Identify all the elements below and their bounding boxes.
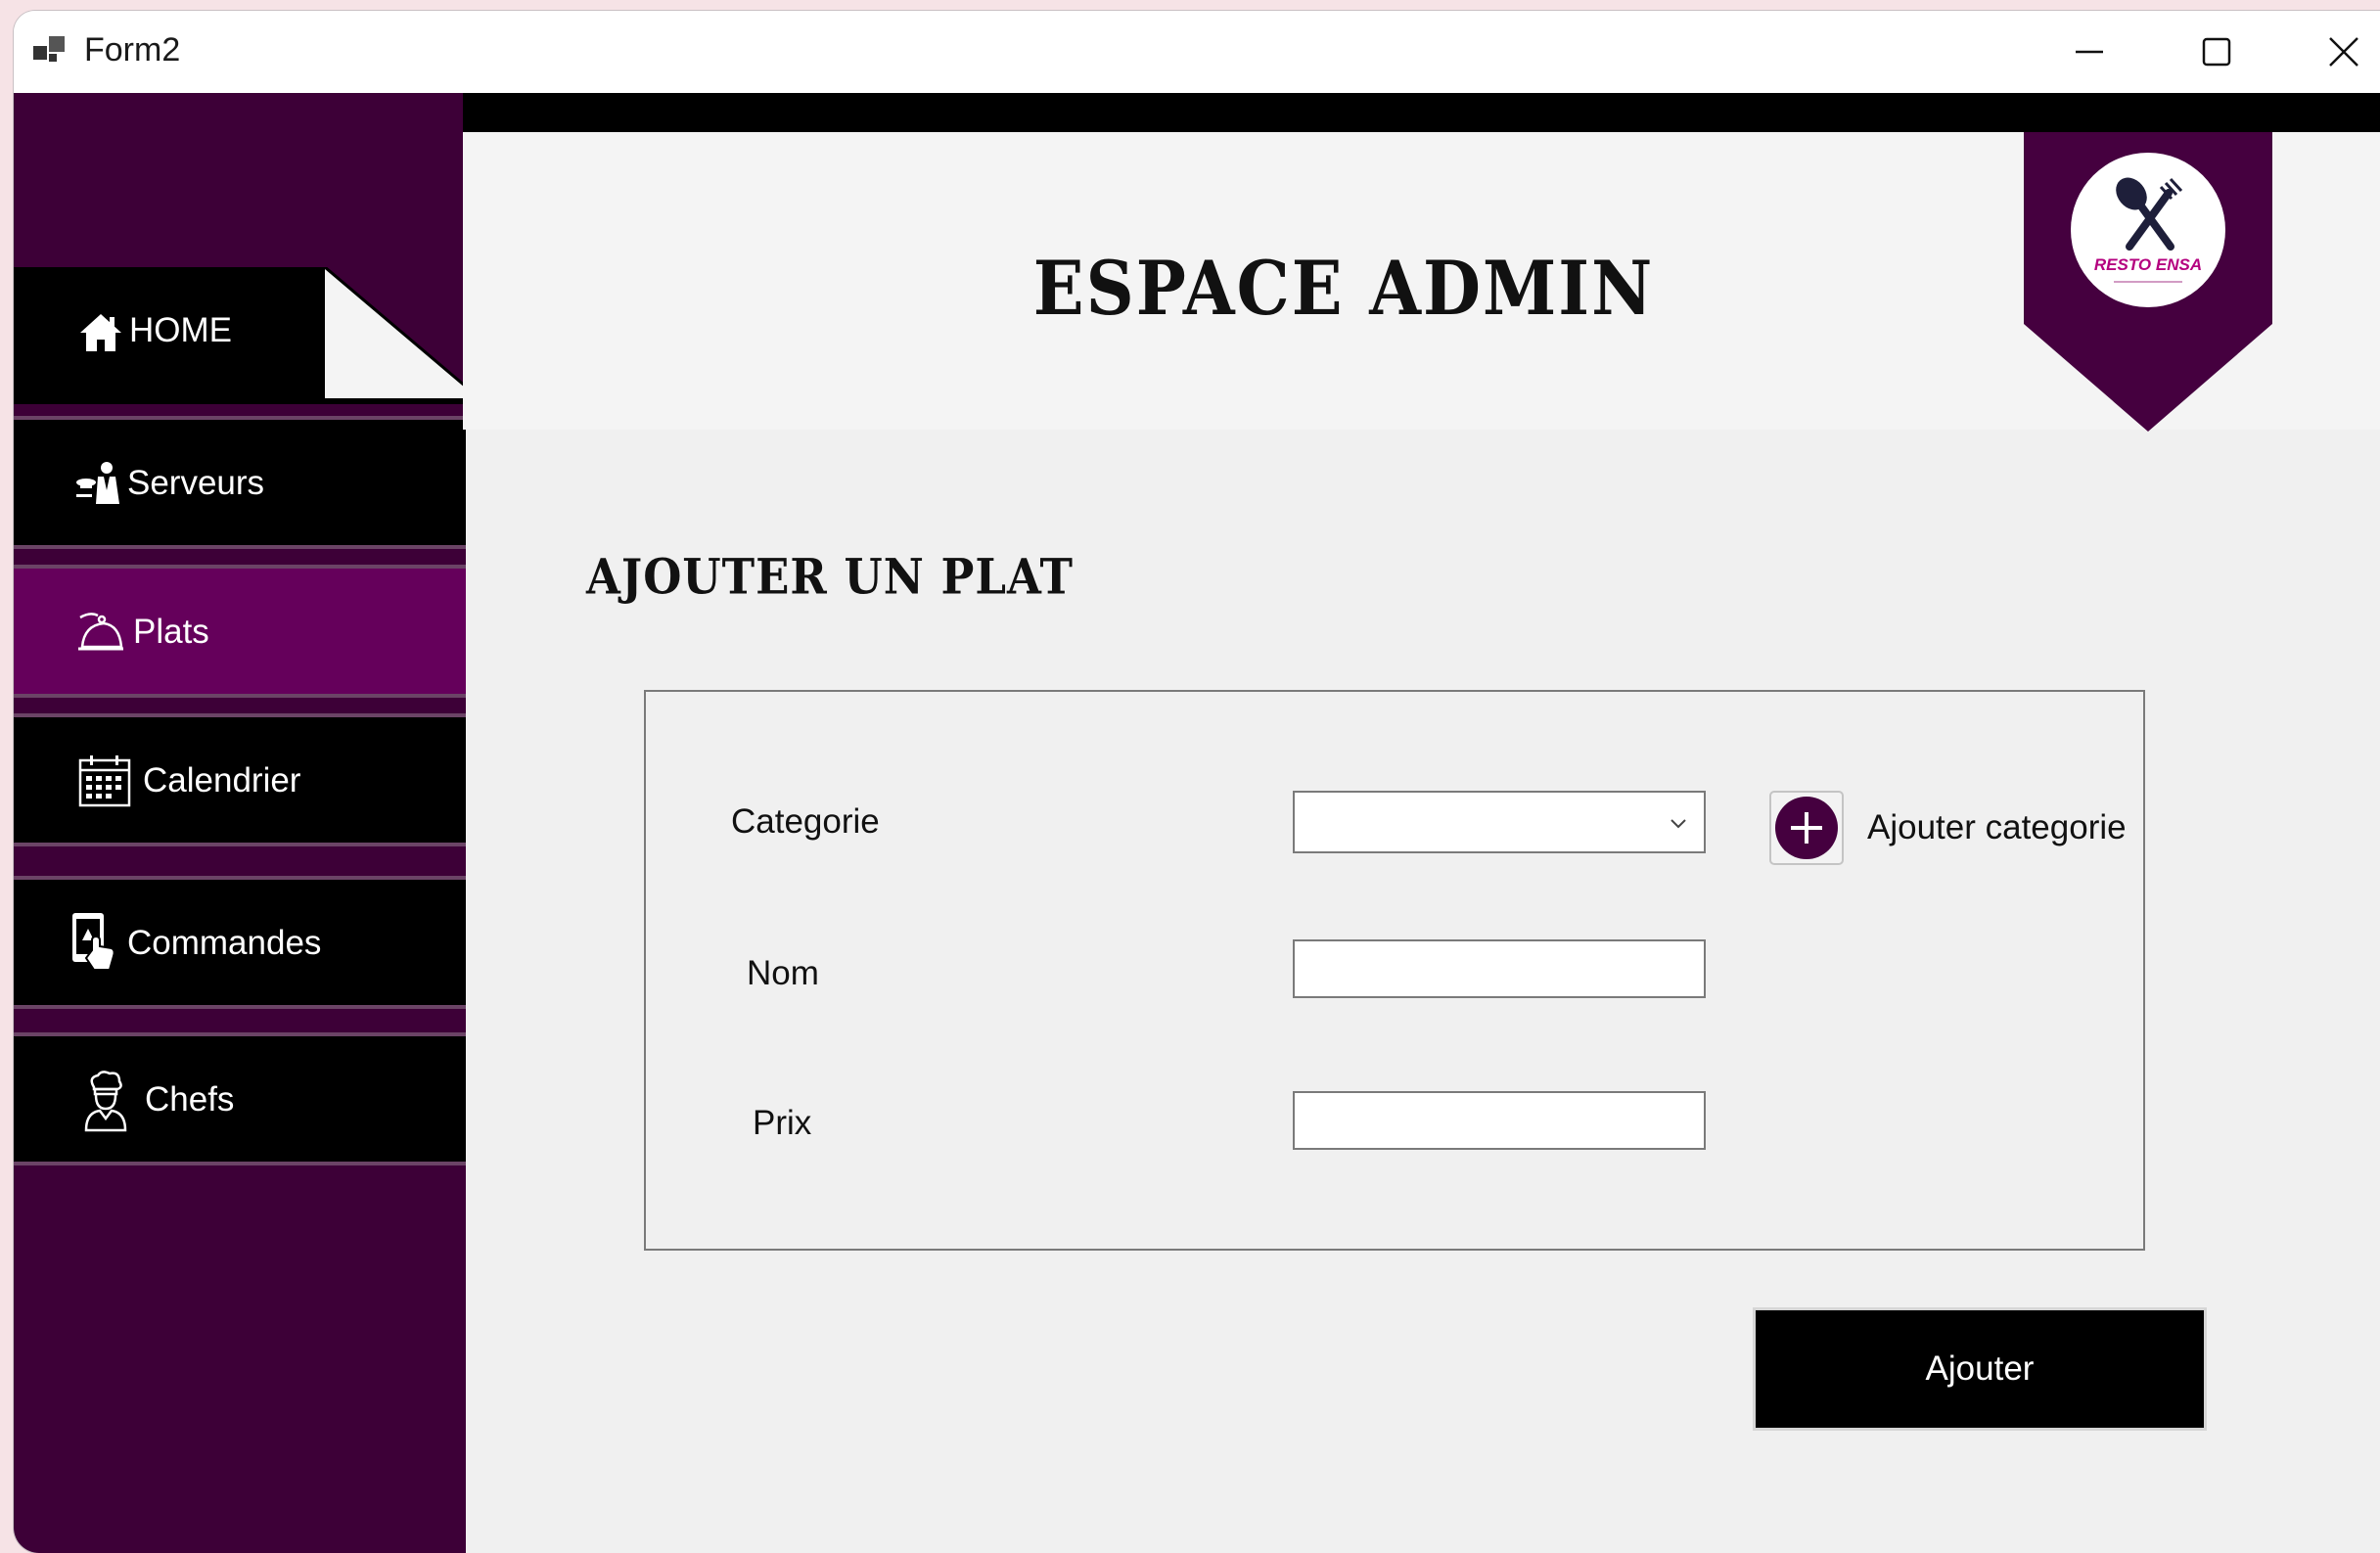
nom-label: Nom <box>747 954 819 992</box>
app-window: Form2 HOME Serveurs Plats Calendrier Com… <box>14 11 2380 1553</box>
categorie-label: Categorie <box>731 802 880 841</box>
maximize-icon <box>2202 37 2231 67</box>
sidebar-item-chefs[interactable]: Chefs <box>14 1032 466 1165</box>
sidebar-item-label: Calendrier <box>143 761 301 799</box>
waiter-icon <box>76 462 119 504</box>
sidebar-item-home[interactable]: HOME <box>14 267 325 398</box>
window-title: Form2 <box>84 31 181 69</box>
add-category-button[interactable] <box>1769 791 1844 865</box>
sidebar: HOME Serveurs Plats Calendrier Commandes… <box>14 93 466 1553</box>
logo-text: RESTO ENSA <box>2094 255 2202 274</box>
sidebar-item-label: Serveurs <box>127 464 265 502</box>
calendar-icon <box>78 755 131 807</box>
divider <box>14 398 466 404</box>
categorie-dropdown[interactable] <box>1293 791 1706 853</box>
sidebar-item-label: Chefs <box>145 1080 235 1119</box>
add-category-label: Ajouter categorie <box>1867 808 2127 846</box>
ajouter-button[interactable]: Ajouter <box>1753 1307 2207 1431</box>
home-icon <box>80 314 121 351</box>
tab-fold <box>325 267 466 398</box>
minimize-icon <box>2076 50 2103 54</box>
tablet-touch-icon <box>72 913 115 971</box>
sidebar-item-commandes[interactable]: Commandes <box>14 876 466 1009</box>
sidebar-item-plats[interactable]: Plats <box>14 565 466 698</box>
sidebar-item-serveurs[interactable]: Serveurs <box>14 416 466 549</box>
title-bar: Form2 <box>14 11 2380 93</box>
prix-input[interactable] <box>1293 1091 1706 1150</box>
top-bar <box>463 93 2380 132</box>
sidebar-item-calendrier[interactable]: Calendrier <box>14 713 466 846</box>
app-icon <box>33 36 65 62</box>
chef-icon <box>84 1071 127 1132</box>
serving-bell-icon <box>78 613 123 651</box>
plus-circle-icon <box>1775 797 1838 859</box>
minimize-button[interactable] <box>2026 11 2153 93</box>
chevron-down-icon <box>1671 819 1686 829</box>
section-title: AJOUTER UN PLAT <box>586 548 1074 606</box>
logo-ribbon: RESTO ENSA <box>2024 132 2272 432</box>
sidebar-item-label: HOME <box>129 311 232 349</box>
prix-label: Prix <box>753 1104 812 1142</box>
close-icon <box>2329 37 2358 67</box>
header: ESPACE ADMIN RESTO ENSA <box>463 132 2380 432</box>
nom-input[interactable] <box>1293 939 1706 998</box>
sidebar-item-label: Plats <box>133 613 209 651</box>
page-title: ESPACE ADMIN <box>1032 245 1655 333</box>
close-button[interactable] <box>2280 11 2380 93</box>
maximize-button[interactable] <box>2153 11 2280 93</box>
sidebar-item-label: Commandes <box>127 924 322 962</box>
